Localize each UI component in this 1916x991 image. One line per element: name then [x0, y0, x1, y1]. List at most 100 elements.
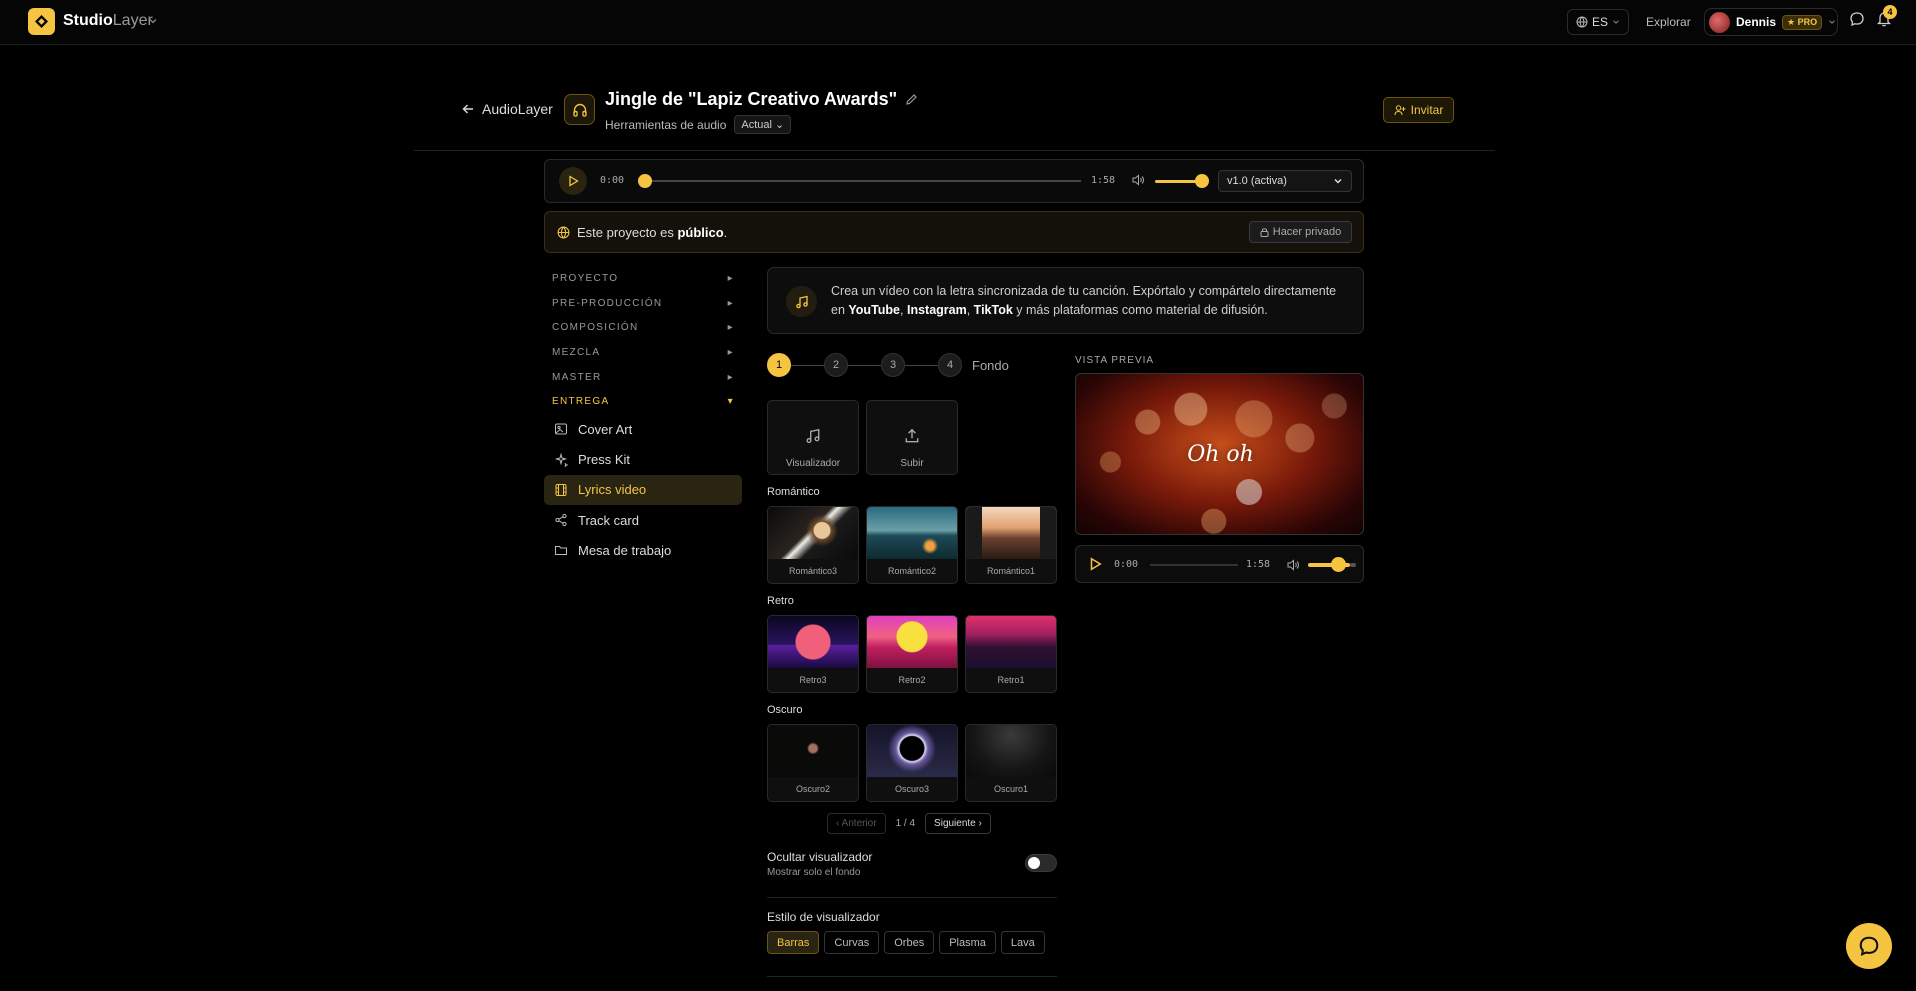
thumbnail [966, 616, 1056, 668]
background-tile[interactable]: Oscuro2 [767, 724, 859, 802]
globe-icon [1576, 16, 1588, 28]
visualizer-tile[interactable]: Visualizador [767, 400, 859, 475]
back-link[interactable]: AudioLayer [462, 101, 553, 117]
preview-current-time: 0:00 [1114, 559, 1139, 570]
logo-icon[interactable] [28, 8, 55, 35]
sidebar-section-entrega[interactable]: ENTREGA ▾ [544, 389, 742, 414]
preview-volume-thumb[interactable] [1331, 557, 1346, 572]
sidebar-section-master[interactable]: MASTER ▸ [544, 365, 742, 390]
background-tile[interactable]: Retro3 [767, 615, 859, 693]
avatar [1709, 11, 1730, 33]
step-4[interactable]: 4 [938, 353, 962, 377]
sidebar-item-track-card[interactable]: Track card [544, 505, 742, 535]
language-label: ES [1591, 15, 1608, 29]
pagination: ‹ Anterior 1 / 4 Siguiente › [827, 813, 991, 834]
user-plus-icon [1394, 105, 1406, 116]
audio-player: 0:00 1:58 v1.0 (activa) [544, 159, 1364, 203]
sparkles-icon [554, 452, 568, 467]
caret-right-icon: ▸ [727, 322, 734, 334]
sidebar-item-mesa-de-trabajo[interactable]: Mesa de trabajo [544, 535, 742, 565]
total-time: 1:58 [1091, 175, 1116, 186]
background-tile[interactable]: Retro1 [965, 615, 1057, 693]
style-curvas-button[interactable]: Curvas [824, 931, 880, 954]
volume-icon[interactable] [1131, 173, 1145, 190]
messages-icon[interactable] [1849, 11, 1865, 30]
language-selector[interactable]: ES [1567, 9, 1629, 35]
version-dropdown[interactable]: Actual ⌄ [734, 115, 792, 134]
chevron-down-icon[interactable] [148, 14, 158, 29]
prev-page-button[interactable]: ‹ Anterior [827, 813, 886, 834]
play-icon[interactable] [1088, 557, 1102, 571]
thumbnail [768, 616, 858, 668]
visibility-banner: Este proyecto es público. Hacer privado [544, 211, 1364, 253]
step-connector [791, 364, 824, 366]
progress-thumb[interactable] [638, 174, 652, 188]
step-1[interactable]: 1 [767, 353, 791, 377]
pro-badge: ★ PRO [1782, 14, 1823, 30]
category-label: Oscuro [767, 704, 803, 716]
step-2[interactable]: 2 [824, 353, 848, 377]
volume-icon[interactable] [1286, 558, 1300, 572]
notification-count-badge: 4 [1883, 5, 1897, 19]
user-name: Dennis [1736, 15, 1777, 29]
project-title: Jingle de "Lapiz Creativo Awards" [605, 89, 898, 109]
upload-tile[interactable]: Subir [866, 400, 958, 475]
version-select[interactable]: v1.0 (activa) [1218, 170, 1352, 192]
step-connector [905, 364, 938, 366]
hide-visualizer-toggle[interactable] [1025, 854, 1057, 872]
preview-progress-track[interactable] [1150, 564, 1238, 566]
brand-name[interactable]: StudioLayer [63, 12, 153, 30]
progress-track[interactable] [643, 180, 1081, 182]
sidebar-section-proyecto[interactable]: PROYECTO ▸ [544, 266, 742, 291]
background-tile[interactable]: Retro2 [866, 615, 958, 693]
sidebar: PROYECTO ▸ PRE-PRODUCCIÓN ▸ COMPOSICIÓN ▸ M… [544, 266, 742, 566]
page-title: Jingle de "Lapiz Creativo Awards" [605, 89, 918, 110]
category-label: Retro [767, 595, 794, 607]
caret-right-icon: ▸ [727, 371, 734, 383]
sidebar-section-preproduccion[interactable]: PRE-PRODUCCIÓN ▸ [544, 291, 742, 316]
chat-bubble-icon [1859, 936, 1879, 956]
explore-link[interactable]: Explorar [1646, 15, 1691, 29]
pencil-icon[interactable] [905, 93, 918, 106]
sidebar-section-mezcla[interactable]: MEZCLA ▸ [544, 340, 742, 365]
caret-down-icon: ▾ [727, 396, 734, 408]
user-menu[interactable]: Dennis ★ PRO [1704, 8, 1838, 36]
stepper: 1 2 3 4 Fondo [767, 353, 1009, 377]
chevron-down-icon [1613, 20, 1619, 24]
make-private-button[interactable]: Hacer privado [1249, 221, 1352, 243]
invite-button[interactable]: Invitar [1383, 97, 1454, 123]
hide-visualizer-option: Ocultar visualizador Mostrar solo el fon… [767, 850, 872, 878]
video-preview: Oh oh [1075, 373, 1364, 535]
back-label: AudioLayer [482, 101, 553, 117]
style-lava-button[interactable]: Lava [1000, 931, 1045, 954]
background-tile[interactable]: Oscuro1 [965, 724, 1057, 802]
next-page-button[interactable]: Siguiente › [925, 813, 991, 834]
step-3[interactable]: 3 [881, 353, 905, 377]
sidebar-section-composicion[interactable]: COMPOSICIÓN ▸ [544, 315, 742, 340]
visibility-text: Este proyecto es público. [577, 225, 728, 240]
background-tile[interactable]: Romántico3 [767, 506, 859, 584]
caret-right-icon: ▸ [727, 297, 734, 309]
sidebar-item-lyrics-video[interactable]: Lyrics video [544, 474, 742, 506]
volume-thumb[interactable] [1195, 174, 1209, 188]
style-orbes-button[interactable]: Orbes [884, 931, 935, 954]
background-tile[interactable]: Oscuro3 [866, 724, 958, 802]
style-plasma-button[interactable]: Plasma [939, 931, 996, 954]
sidebar-item-cover-art[interactable]: Cover Art [544, 414, 742, 444]
page-indicator: 1 / 4 [895, 818, 916, 829]
invite-label: Invitar [1410, 103, 1444, 117]
support-chat-button[interactable] [1846, 923, 1892, 969]
preview-label: VISTA PREVIA [1075, 355, 1155, 366]
style-barras-button[interactable]: Barras [767, 931, 820, 954]
category-label: Romántico [767, 486, 820, 498]
preview-volume-rest [1350, 563, 1356, 567]
background-tile[interactable]: Romántico2 [866, 506, 958, 584]
background-tile[interactable]: Romántico1 [965, 506, 1057, 584]
step-connector [848, 364, 881, 366]
music-note-icon [786, 286, 817, 317]
hide-visualizer-title: Ocultar visualizador [767, 850, 873, 864]
caret-right-icon: ▸ [727, 272, 734, 284]
sidebar-item-press-kit[interactable]: Press Kit [544, 444, 742, 474]
play-button[interactable] [559, 167, 587, 195]
thumbnail [966, 725, 1056, 777]
